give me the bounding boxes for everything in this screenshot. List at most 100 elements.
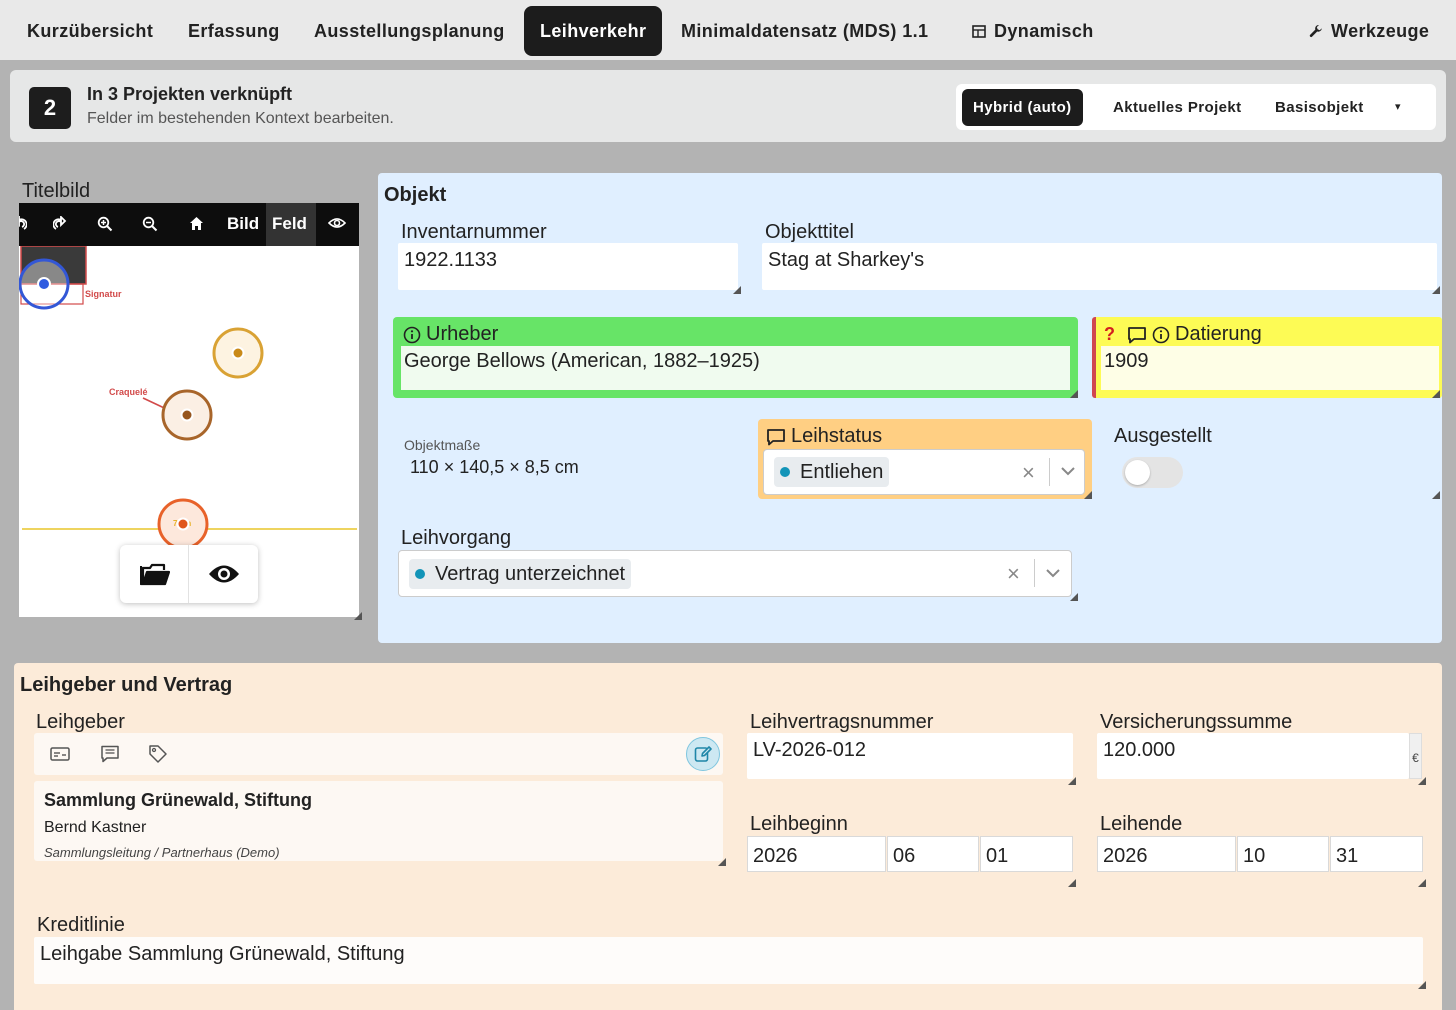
urheber-field: Urheber George Bellows (American, 1882–1… (393, 317, 1078, 398)
toggle-visibility-button[interactable] (189, 545, 258, 603)
leihvorgang-select[interactable]: Vertrag unterzeichnet × (398, 550, 1072, 597)
ausgestellt-toggle[interactable] (1122, 457, 1183, 488)
leihbeginn-month-input[interactable]: 06 (887, 836, 979, 872)
mode-current-project-button[interactable]: Aktuelles Projekt (1113, 89, 1242, 126)
marker-orange-dot (176, 517, 190, 531)
select-separator (1034, 559, 1035, 587)
context-bar: 2 In 3 Projekten verknüpft Felder im bes… (10, 70, 1446, 142)
leihstatus-select[interactable]: Entliehen × (763, 449, 1085, 495)
leihgeber-resize-handle[interactable] (718, 858, 726, 866)
leihvorgang-resize-handle[interactable] (1070, 593, 1078, 601)
leihstatus-value: Entliehen (800, 460, 884, 483)
chevron-down-icon[interactable] (1060, 466, 1076, 476)
notes-icon[interactable] (100, 745, 120, 763)
vertragsnummer-label: Leihvertragsnummer (750, 711, 934, 733)
status-dot (415, 569, 425, 579)
kreditlinie-input[interactable]: Leihgabe Sammlung Grünewald, Stiftung (34, 937, 1423, 984)
tab-dynamisch-label: Dynamisch (994, 20, 1094, 41)
info-icon[interactable] (1152, 326, 1170, 344)
undo-icon[interactable] (19, 216, 27, 232)
comment-icon[interactable] (766, 428, 786, 446)
context-subtitle: Felder im bestehenden Kontext bearbeiten… (87, 110, 394, 127)
chevron-down-icon[interactable] (1045, 568, 1061, 578)
objektmasse-value: 110 × 140,5 × 8,5 cm (410, 457, 579, 477)
comment-icon[interactable] (1127, 326, 1147, 344)
image-viewer[interactable]: Bild Feld Signatur Craquelé 7 cm (19, 203, 359, 617)
zoom-in-icon[interactable] (97, 216, 113, 232)
datierung-resize-handle[interactable] (1432, 390, 1440, 398)
edit-leihgeber-button[interactable] (686, 737, 720, 771)
leihbeginn-resize-handle[interactable] (1068, 879, 1076, 887)
clear-icon[interactable]: × (1007, 561, 1020, 587)
mode-dropdown-caret[interactable]: ▾ (1395, 100, 1401, 113)
context-title: In 3 Projekten verknüpft (87, 84, 293, 104)
urheber-resize-handle[interactable] (1070, 390, 1078, 398)
tab-ausstellungsplanung[interactable]: Ausstellungsplanung (314, 6, 505, 56)
urheber-label: Urheber (426, 323, 499, 345)
tab-leihverkehr[interactable]: Leihverkehr (524, 6, 663, 56)
tab-dynamisch[interactable]: Dynamisch (972, 6, 1094, 56)
question-marker-icon: ? (1104, 324, 1115, 344)
versicherung-resize-handle[interactable] (1418, 777, 1426, 785)
ausgestellt-resize-handle[interactable] (1432, 491, 1440, 499)
leihgeber-role: Sammlungsleitung / Partnerhaus (Demo) (44, 845, 280, 860)
mode-feld-button[interactable]: Feld (272, 214, 307, 234)
leihgeber-label: Leihgeber (36, 711, 125, 733)
tag-icon[interactable] (148, 744, 168, 764)
inventarnummer-input[interactable]: 1922.1133 (398, 243, 738, 290)
leihbeginn-year-input[interactable]: 2026 (747, 836, 886, 872)
versicherung-input[interactable]: 120.000 (1097, 733, 1409, 779)
toggle-knob (1125, 460, 1150, 485)
folder-icon (139, 563, 170, 586)
viewer-toolbar: Bild Feld (19, 203, 359, 246)
table-icon (972, 24, 986, 38)
top-navigation: Kurzübersicht Erfassung Ausstellungsplan… (0, 0, 1456, 60)
vertragsnummer-input[interactable]: LV-2026-012 (747, 733, 1073, 779)
leihstatus-header: Leihstatus (766, 425, 882, 448)
info-icon[interactable] (403, 326, 421, 344)
leihende-day-input[interactable]: 31 (1330, 836, 1423, 872)
tab-kurzuebersicht[interactable]: Kurzübersicht (27, 6, 153, 56)
urheber-input[interactable]: George Bellows (American, 1882–1925) (401, 346, 1070, 390)
leihgeber-panel-title: Leihgeber und Vertrag (20, 674, 233, 696)
leihende-resize-handle[interactable] (1418, 879, 1426, 887)
tools-menu[interactable]: Werkzeuge (1309, 6, 1429, 56)
datierung-label: Datierung (1175, 323, 1262, 345)
leihende-label: Leihende (1100, 813, 1183, 835)
home-icon[interactable] (189, 216, 204, 231)
id-card-icon[interactable] (50, 746, 70, 762)
tools-label: Werkzeuge (1331, 20, 1430, 41)
objektmasse-label: Objektmaße (404, 437, 481, 453)
tab-mds[interactable]: Minimaldatensatz (MDS) 1.1 (681, 6, 928, 56)
vertragsnummer-resize-handle[interactable] (1068, 777, 1076, 785)
project-count-badge: 2 (29, 87, 71, 129)
objekttitel-input[interactable]: Stag at Sharkey's (762, 243, 1437, 290)
leihbeginn-day-input[interactable]: 01 (980, 836, 1073, 872)
mode-bild-button[interactable]: Bild (227, 214, 259, 234)
eye-icon[interactable] (328, 216, 346, 230)
ausgestellt-label: Ausgestellt (1114, 425, 1212, 447)
versicherung-label: Versicherungssumme (1100, 711, 1293, 733)
kreditlinie-resize-handle[interactable] (1418, 981, 1426, 989)
leihende-month-input[interactable]: 10 (1237, 836, 1329, 872)
leihstatus-resize-handle[interactable] (1084, 491, 1092, 499)
datierung-input[interactable]: 1909 (1101, 346, 1439, 390)
tab-erfassung[interactable]: Erfassung (188, 6, 280, 56)
marker-gold-dot (231, 346, 245, 360)
leihbeginn-label: Leihbeginn (750, 813, 848, 835)
clear-icon[interactable]: × (1022, 460, 1035, 486)
mode-base-object-button[interactable]: Basisobjekt (1275, 89, 1364, 126)
context-mode-switch: Hybrid (auto) Aktuelles Projekt Basisobj… (956, 84, 1436, 130)
datierung-header: ? Datierung (1104, 323, 1262, 346)
open-folder-button[interactable] (120, 545, 189, 603)
leihende-year-input[interactable]: 2026 (1097, 836, 1236, 872)
mode-hybrid-button[interactable]: Hybrid (auto) (962, 89, 1083, 126)
wrench-icon (1309, 25, 1322, 37)
titelbild-resize-handle[interactable] (354, 612, 362, 620)
redo-icon[interactable] (53, 216, 67, 232)
inventarnummer-resize-handle[interactable] (733, 286, 741, 294)
eye-icon (208, 565, 239, 583)
objekttitel-resize-handle[interactable] (1432, 286, 1440, 294)
leihvorgang-value: Vertrag unterzeichnet (435, 562, 626, 585)
zoom-out-icon[interactable] (142, 216, 158, 232)
